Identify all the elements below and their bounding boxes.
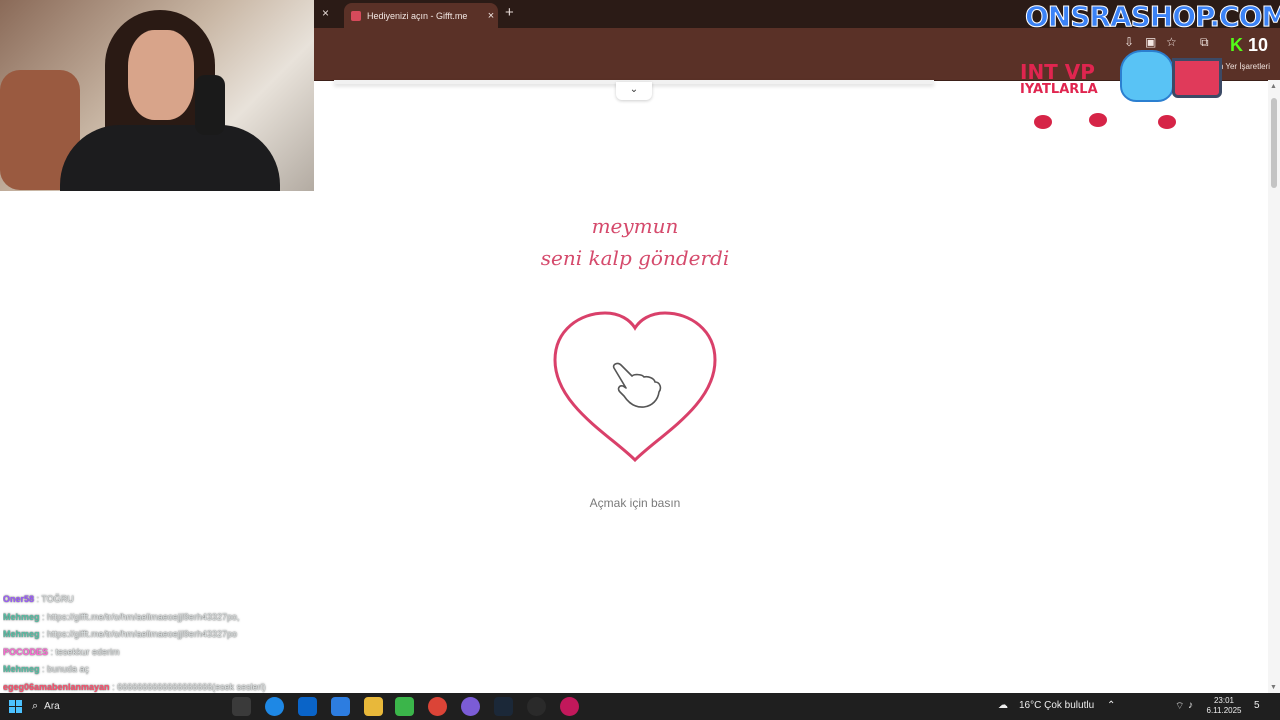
tab-close-icon[interactable]: × (484, 10, 498, 22)
clock-date: 6.11.2025 (1206, 706, 1242, 715)
taskbar-search[interactable]: ⌕ Ara (32, 697, 172, 716)
scrollbar-thumb[interactable] (1271, 98, 1277, 188)
media-player-icon[interactable] (395, 697, 414, 716)
cart-icon (1172, 58, 1222, 98)
chat-text: : 6666666666666666666(esek sesleri) (109, 681, 266, 692)
chat-user: Mehmeg (3, 629, 40, 640)
collapse-chevron-icon[interactable]: ⌄ (616, 82, 652, 100)
chat-text: : bunuda aç (39, 664, 90, 675)
tab-active[interactable]: Hediyenizi açın - Gifft.me × (344, 3, 498, 28)
discord-icon[interactable] (461, 697, 480, 716)
weather-text[interactable]: 16°C Çok bulutlu (1019, 700, 1094, 711)
gift-message: seni kalp gönderdi (540, 246, 730, 270)
heart-deco-icon (1034, 115, 1052, 129)
chat-text: : TOĞRU (34, 594, 74, 604)
chat-message: Mehmeg : bunuda aç (3, 661, 313, 679)
scroll-up-icon[interactable]: ▲ (1270, 83, 1277, 90)
clock-time: 23:01 (1213, 696, 1235, 705)
install-icon[interactable]: ⇩ (1124, 35, 1134, 49)
promo-text-bottom: IYATLARLA (1020, 82, 1098, 97)
edge-icon[interactable] (265, 697, 284, 716)
chat-user: POCODES (3, 646, 49, 657)
chat-text: : tesekkur ederim (48, 646, 120, 657)
steam-icon[interactable] (494, 697, 513, 716)
chat-message: POCODES : tesekkur ederim (3, 644, 313, 662)
gift-favicon-icon (351, 10, 361, 21)
hidden-icons-chevron-icon[interactable]: ⌃ (1107, 700, 1115, 711)
heart-icon (553, 311, 717, 463)
mascot-icon (1120, 50, 1174, 102)
windows-start-icon[interactable] (9, 700, 22, 713)
notification-badge[interactable]: 5 (1254, 700, 1260, 711)
heart-deco-icon (1158, 115, 1176, 129)
clock[interactable]: 23:01 6.11.2025 (1204, 696, 1244, 716)
chat-message: Mehmeg : https://gifft.me/tr/o/hm/aelima… (3, 626, 313, 644)
windows-taskbar: ⌕ Ara ☁ 16°C Çok bulutlu ⌃ ⌔ ♪ 23:01 6.1… (0, 693, 1280, 720)
file-explorer-icon[interactable] (364, 697, 383, 716)
task-view-icon[interactable] (232, 697, 251, 716)
kick-logo-icon: K (1230, 35, 1243, 55)
network-icon[interactable]: ⌔ (1175, 700, 1184, 713)
star-icon[interactable]: ☆ (1166, 35, 1177, 49)
chat-user: egeg06amabenlanmayan (3, 681, 110, 692)
chat-message: Oner58 : TOĞRU (3, 591, 313, 609)
webcam-overlay (0, 0, 314, 191)
chat-text: : https://gifft.me/tr/o/hm/aelimaeoejjl9… (39, 629, 237, 640)
chat-overlay: Oner58 : TOĞRU Mehmeg : https://gifft.me… (3, 591, 313, 697)
tab-title: Hediyenizi açın - Gifft.me (367, 10, 468, 21)
scroll-down-icon[interactable]: ▼ (1270, 684, 1277, 691)
chat-message: Mehmeg : https://gifft.me/tr/o/hm/aelima… (3, 609, 313, 627)
promo-text-top: INT VP (1020, 60, 1095, 84)
chat-user: Mehmeg (3, 664, 40, 675)
volume-icon[interactable]: ♪ (1188, 700, 1193, 711)
store-icon[interactable] (331, 697, 350, 716)
page-scrollbar[interactable]: ▲ ▼ (1268, 80, 1280, 693)
extensions-icon[interactable]: ⧉ (1200, 35, 1209, 50)
weather-icon[interactable]: ☁ (998, 700, 1008, 711)
sender-name: meymun (591, 214, 679, 238)
chrome-profile-icon[interactable] (560, 697, 579, 716)
chat-user: Oner58 (3, 594, 35, 604)
chat-user: Mehmeg (3, 611, 40, 622)
kick-viewer-count: K 10 (1230, 35, 1268, 56)
obs-icon[interactable] (527, 697, 546, 716)
watermark-logo: ONSRASHOP.COM (1024, 0, 1280, 34)
search-label: Ara (44, 701, 60, 712)
chat-text: : https://gifft.me/tr/o/hm/aelimaeoejjl9… (39, 611, 240, 622)
chrome-icon[interactable] (428, 697, 447, 716)
translate-icon[interactable]: ▣ (1145, 35, 1156, 49)
open-gift-heart-button[interactable] (550, 310, 720, 465)
new-tab-button[interactable]: + (505, 4, 514, 21)
viewer-count: 10 (1248, 35, 1269, 55)
tap-to-open-hint: Açmak için basın (589, 496, 681, 510)
close-window-icon[interactable]: × (322, 6, 329, 20)
outlook-icon[interactable] (298, 697, 317, 716)
heart-deco-icon (1089, 113, 1107, 127)
search-icon: ⌕ (32, 700, 39, 712)
microphone-icon (195, 75, 225, 135)
